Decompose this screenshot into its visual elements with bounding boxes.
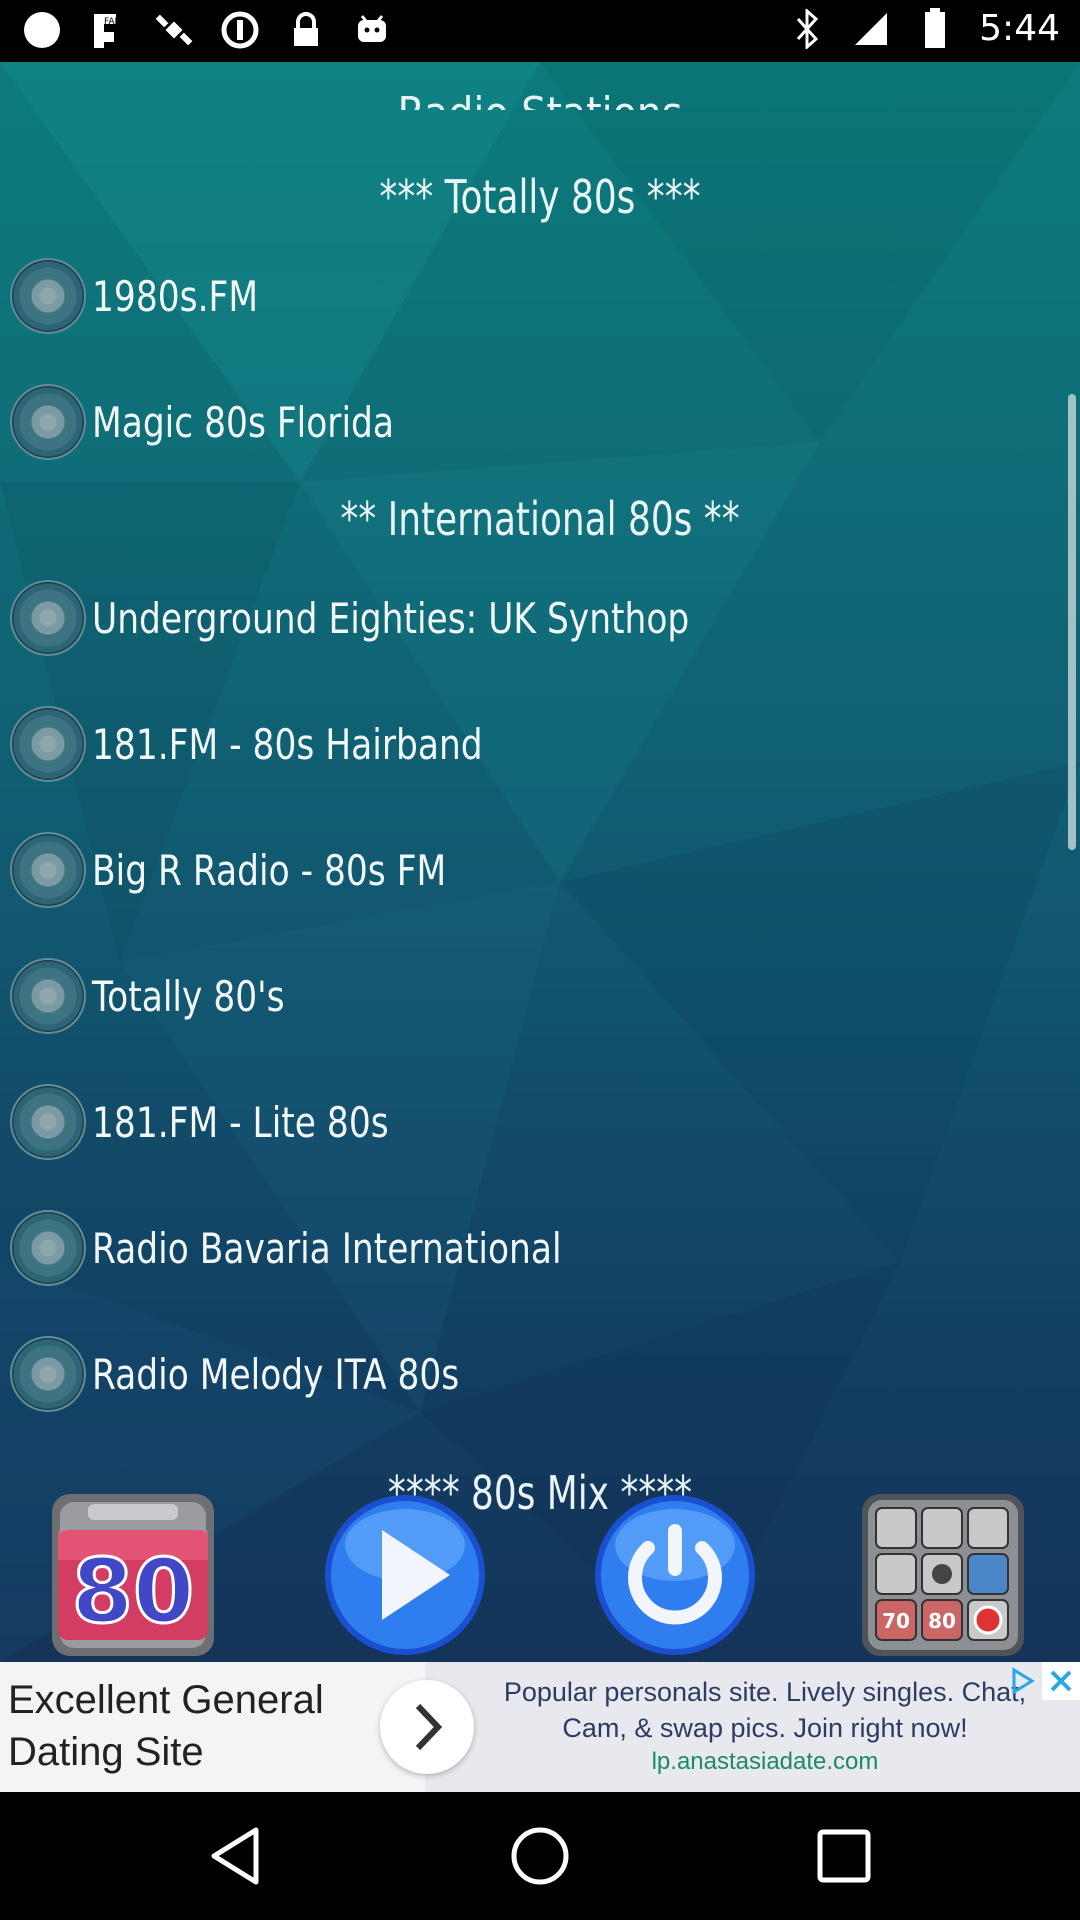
station-item[interactable]: Totally 80's <box>10 955 327 1037</box>
chevron-right-icon <box>415 1703 443 1751</box>
battery-icon <box>915 7 955 49</box>
ad-text: Popular personals site. Lively singles. … <box>503 1677 1027 1743</box>
station-label: 181.FM - 80s Hairband <box>92 719 483 769</box>
status-icons-left: FAKE <box>22 10 392 50</box>
status-clock: 5:44 <box>979 8 1060 49</box>
radio-80s-icon: 80 <box>52 1494 214 1656</box>
status-right: 5:44 <box>787 7 1060 49</box>
player-controls: 80 70 80 <box>0 1490 1080 1662</box>
page-title: Radio Stations <box>0 84 1080 110</box>
radio-button[interactable] <box>10 958 86 1034</box>
recents-button[interactable] <box>804 1816 884 1896</box>
radio-collection-icon: 70 80 <box>862 1494 1024 1656</box>
station-label: Radio Melody ITA 80s <box>92 1349 460 1399</box>
navigation-bar <box>0 1792 1080 1920</box>
section-header-international-80s: ** International 80s ** <box>340 492 740 546</box>
radio-button[interactable] <box>10 1084 86 1160</box>
bluetooth-icon <box>787 8 827 49</box>
section-header-totally-80s: *** Totally 80s *** <box>379 170 701 224</box>
sync-icon <box>220 10 260 50</box>
radio-button[interactable] <box>10 258 86 334</box>
ad-arrow-button[interactable] <box>380 1680 474 1774</box>
back-triangle-icon <box>211 1827 259 1885</box>
lock-icon <box>286 10 326 50</box>
power-icon <box>595 1495 755 1655</box>
station-label: Totally 80's <box>92 971 285 1021</box>
station-label: Underground Eighties: UK Synthop <box>92 593 690 643</box>
station-label: Radio Bavaria International <box>92 1223 562 1273</box>
station-label: 181.FM - Lite 80s <box>92 1097 389 1147</box>
android-icon <box>352 10 392 50</box>
radio-button[interactable] <box>10 1210 86 1286</box>
ad-left-panel[interactable]: Excellent General Dating Site <box>0 1662 425 1792</box>
svg-text:80: 80 <box>928 1609 956 1633</box>
station-label: 1980s.FM <box>92 271 259 321</box>
home-circle-icon <box>511 1827 569 1885</box>
radio-button[interactable] <box>10 706 86 782</box>
status-bar: FAKE 5:44 <box>0 0 1080 62</box>
scrollbar[interactable] <box>1068 394 1076 850</box>
station-item[interactable]: Underground Eighties: UK Synthop <box>10 577 820 659</box>
station-item[interactable]: 1980s.FM <box>10 255 295 337</box>
station-item[interactable]: Radio Melody ITA 80s <box>10 1333 540 1415</box>
fake-gps-icon: FAKE <box>88 10 128 50</box>
station-item[interactable]: 181.FM - Lite 80s <box>10 1081 454 1163</box>
station-item[interactable]: Magic 80s Florida <box>10 381 460 463</box>
station-label: Magic 80s Florida <box>92 397 394 447</box>
ad-url[interactable]: lp.anastasiadate.com <box>485 1748 1045 1776</box>
ad-title: Excellent General Dating Site <box>8 1678 324 1774</box>
play-icon <box>325 1495 485 1655</box>
station-label: Big R Radio - 80s FM <box>92 845 447 895</box>
svg-text:70: 70 <box>882 1609 910 1633</box>
radio-button[interactable] <box>10 580 86 656</box>
station-item[interactable]: 181.FM - 80s Hairband <box>10 703 568 785</box>
radio-button[interactable] <box>10 832 86 908</box>
signal-icon <box>851 9 891 49</box>
station-item[interactable]: Big R Radio - 80s FM <box>10 829 524 911</box>
station-item[interactable]: Radio Bavaria International <box>10 1207 665 1289</box>
ad-right-panel[interactable]: Popular personals site. Lively singles. … <box>425 1662 1080 1792</box>
home-button[interactable] <box>500 1816 580 1896</box>
recents-square-icon <box>817 1829 871 1883</box>
app-content: Radio Stations *** Totally 80s *** 1980s… <box>0 62 1080 1662</box>
adchoices-icon[interactable] <box>1006 1664 1040 1698</box>
radio-collection-button[interactable]: 70 80 <box>858 1490 1028 1660</box>
power-button[interactable] <box>590 1490 760 1660</box>
radio-80s-button[interactable]: 80 <box>48 1490 218 1660</box>
tile-80-text: 80 <box>72 1540 194 1643</box>
svg-text:FAKE: FAKE <box>104 17 126 27</box>
back-button[interactable] <box>196 1816 276 1896</box>
ad-close-button[interactable] <box>1042 1662 1080 1700</box>
play-button[interactable] <box>320 1490 490 1660</box>
radio-button[interactable] <box>10 1336 86 1412</box>
close-icon <box>1050 1670 1072 1692</box>
radio-button[interactable] <box>10 384 86 460</box>
record-icon <box>22 10 62 50</box>
satellite-icon <box>154 10 194 50</box>
ad-banner[interactable]: Excellent General Dating Site Popular pe… <box>0 1662 1080 1792</box>
